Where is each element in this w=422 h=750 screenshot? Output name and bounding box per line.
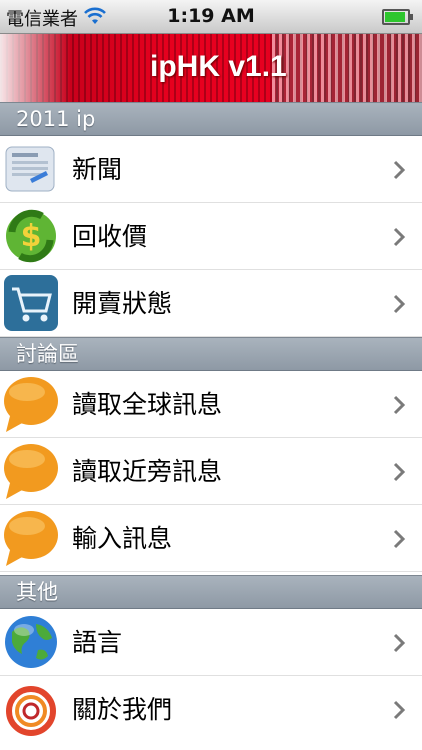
- shopping-cart-icon: [4, 275, 58, 331]
- list-item-recycle-price[interactable]: $ 回收價: [0, 203, 422, 270]
- list-item-enter-message[interactable]: 輸入訊息: [0, 505, 422, 572]
- status-bar: 電信業者 1:19 AM: [0, 0, 422, 34]
- chat-bubble-icon: [4, 377, 58, 432]
- list-item-label: 語言: [72, 628, 123, 657]
- list-item-label: 新聞: [72, 155, 123, 184]
- chevron-right-icon: [393, 462, 406, 482]
- chevron-right-icon: [393, 160, 406, 180]
- chevron-right-icon: [393, 529, 406, 549]
- newspaper-icon: [5, 146, 55, 192]
- chevron-right-icon: [393, 294, 406, 314]
- list-item-label: 關於我們: [72, 695, 173, 724]
- chevron-right-icon: [393, 700, 406, 720]
- app-banner: ipHK v1.1: [0, 34, 422, 102]
- svg-text:$: $: [21, 219, 42, 254]
- list-item-read-global-messages[interactable]: 讀取全球訊息: [0, 371, 422, 438]
- chat-bubble-icon: [4, 444, 58, 499]
- chat-bubble-icon: [4, 511, 58, 566]
- ring-logo-icon: [6, 686, 56, 736]
- list-item-label: 回收價: [72, 222, 148, 251]
- app-title: ipHK v1.1: [150, 50, 287, 83]
- globe-icon: [5, 616, 57, 668]
- list-item-label: 開賣狀態: [72, 289, 173, 318]
- list-item-news[interactable]: 新聞: [0, 136, 422, 203]
- chevron-right-icon: [393, 227, 406, 247]
- list-item-sale-status[interactable]: 開賣狀態: [0, 270, 422, 337]
- list-item-language[interactable]: 語言: [0, 609, 422, 676]
- clock: 1:19 AM: [167, 5, 255, 27]
- recycle-dollar-icon: $: [6, 209, 56, 263]
- section-header-2011-ip: 2011 ip: [0, 102, 422, 136]
- section-header-other: 其他: [0, 575, 422, 609]
- list-item-label: 讀取全球訊息: [72, 390, 223, 419]
- list-item-read-nearby-messages[interactable]: 讀取近旁訊息: [0, 438, 422, 505]
- list-item-label: 讀取近旁訊息: [72, 457, 223, 486]
- battery-icon: [382, 9, 413, 25]
- chevron-right-icon: [393, 633, 406, 653]
- section-header-forum: 討論區: [0, 337, 422, 371]
- list-item-label: 輸入訊息: [72, 524, 173, 553]
- chevron-right-icon: [393, 395, 406, 415]
- list-item-about-us[interactable]: 關於我們: [0, 676, 422, 743]
